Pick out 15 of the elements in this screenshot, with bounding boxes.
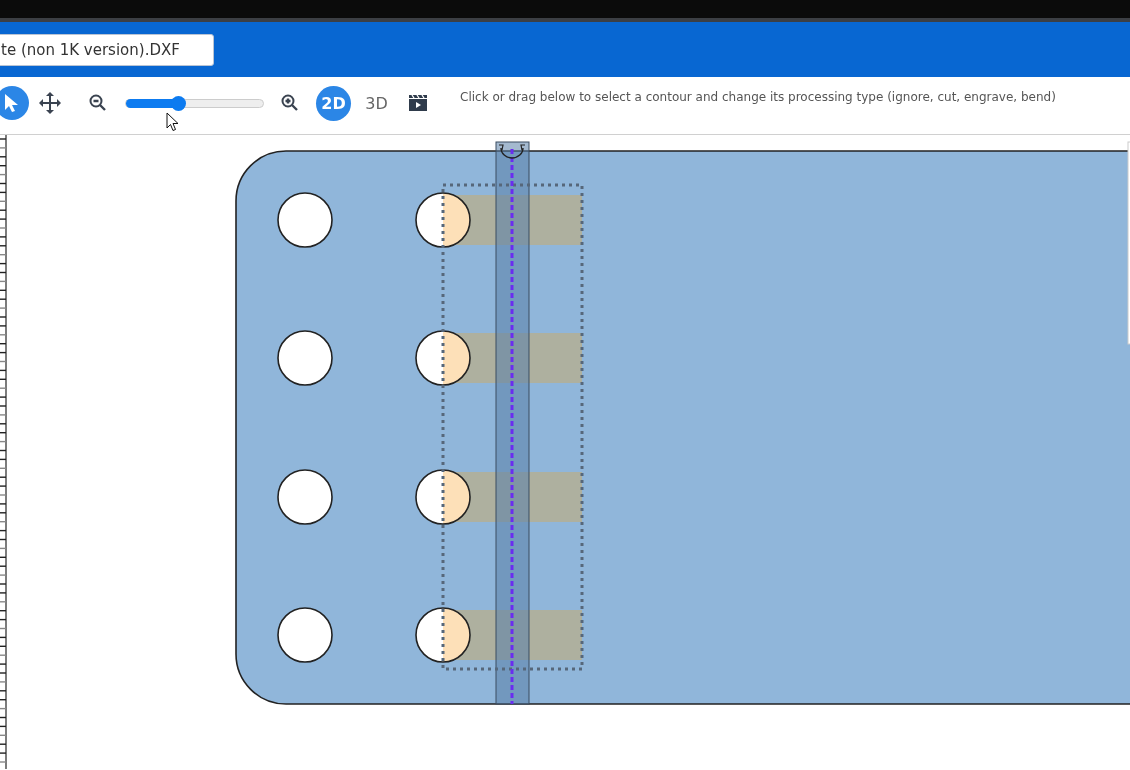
zoom-in-button[interactable] (280, 93, 300, 113)
animation-button[interactable] (408, 94, 428, 112)
view-mode-tab[interactable]: 2D (316, 85, 351, 121)
zoom-slider[interactable] (125, 98, 264, 108)
move-arrows-icon (38, 91, 62, 115)
zoom-out-icon (88, 93, 108, 113)
view-mode-tab[interactable]: 3D (359, 85, 394, 121)
mouse-cursor-icon (166, 112, 179, 132)
select-tool-button[interactable] (0, 86, 29, 120)
zoom-out-button[interactable] (88, 93, 108, 113)
instruction-text: Click or drag below to select a contour and change its processing type (ignore, cut, engrave, bend) (460, 90, 1056, 104)
slider-thumb[interactable] (171, 95, 187, 111)
file-name-field[interactable]: te (non 1K version).DXF (0, 33, 214, 66)
clapperboard-icon (408, 94, 428, 112)
zoom-in-icon (280, 93, 300, 113)
